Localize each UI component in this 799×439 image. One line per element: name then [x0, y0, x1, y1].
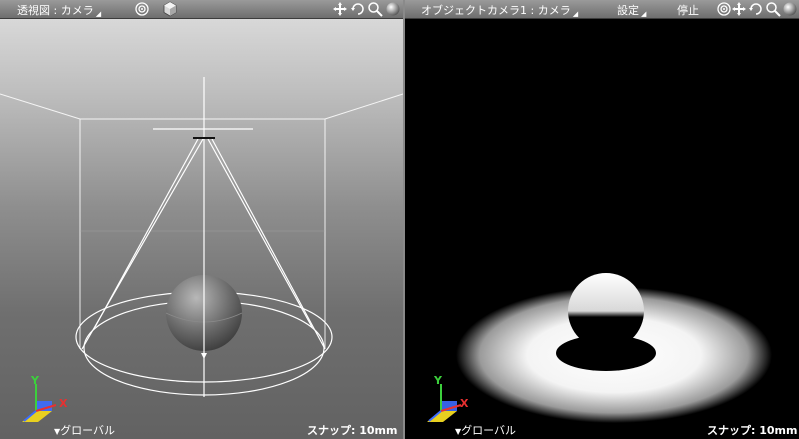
zoom-icon[interactable]	[367, 1, 383, 17]
camera-view-label: オブジェクトカメラ1 : カメラ	[421, 4, 571, 17]
coordinate-system-dropdown[interactable]: ▼グローバル	[54, 422, 115, 438]
view-mode-label: 透視図 : カメラ	[17, 4, 94, 17]
dropdown-triangle-icon: ◢	[95, 10, 102, 18]
camera-view-titlebar: オブジェクトカメラ1 : カメラ ◢ 設定 ◢ 停止	[405, 0, 799, 19]
snap-label: スナップ:	[307, 424, 356, 437]
snap-value: 10mm	[759, 424, 798, 437]
axis-gizmo	[22, 384, 57, 422]
sphere-icon[interactable]	[782, 1, 798, 17]
cube-icon[interactable]	[162, 1, 178, 17]
stop-button-label: 停止	[677, 4, 699, 17]
dropdown-triangle-icon: ◢	[572, 10, 579, 18]
perspective-scene	[0, 77, 403, 422]
perspective-view-titlebar: 透視図 : カメラ ◢	[0, 0, 403, 19]
coordinate-system-dropdown[interactable]: ▼グローバル	[455, 422, 516, 438]
camera-viewport[interactable]: Y X ▼グローバル スナップ: 10mm	[405, 19, 799, 439]
dropdown-triangle-icon: ◢	[641, 10, 647, 18]
coordinate-system-label: グローバル	[60, 424, 116, 437]
zoom-icon[interactable]	[765, 1, 781, 17]
move-icon[interactable]	[332, 1, 348, 17]
app-window: 透視図 : カメラ ◢ Y X ▼グローバル スナップ: 10mm オブジェクト…	[0, 0, 799, 439]
axis-y-label: Y	[31, 374, 39, 387]
camera-view-dropdown[interactable]: オブジェクトカメラ1 : カメラ ◢	[421, 2, 578, 18]
axis-y-label: Y	[434, 374, 442, 387]
snap-indicator[interactable]: スナップ: 10mm	[307, 422, 397, 438]
coordinate-system-label: グローバル	[461, 424, 517, 437]
view-mode-dropdown[interactable]: 透視図 : カメラ ◢	[17, 2, 101, 18]
target-icon[interactable]	[134, 1, 150, 17]
axis-gizmo	[427, 384, 462, 422]
snap-indicator[interactable]: スナップ: 10mm	[707, 422, 797, 438]
rotate-icon[interactable]	[350, 1, 366, 17]
settings-menu[interactable]: 設定 ◢	[617, 2, 646, 18]
sphere-icon[interactable]	[385, 1, 401, 17]
stop-button[interactable]: 停止	[677, 2, 699, 18]
move-icon[interactable]	[731, 1, 747, 17]
snap-value: 10mm	[359, 424, 398, 437]
rotate-icon[interactable]	[748, 1, 764, 17]
axis-x-label: X	[460, 397, 469, 410]
perspective-view-pane: 透視図 : カメラ ◢ Y X ▼グローバル スナップ: 10mm	[0, 0, 403, 439]
perspective-viewport[interactable]: Y X ▼グローバル スナップ: 10mm	[0, 19, 403, 439]
axis-x-label: X	[59, 397, 68, 410]
target-icon[interactable]	[716, 1, 732, 17]
rendered-sphere	[568, 273, 644, 349]
settings-menu-label: 設定	[617, 4, 639, 17]
snap-label: スナップ:	[707, 424, 756, 437]
render-preview-scene	[427, 273, 772, 423]
camera-view-pane: オブジェクトカメラ1 : カメラ ◢ 設定 ◢ 停止 Y X ▼グローバル スナ…	[405, 0, 799, 439]
